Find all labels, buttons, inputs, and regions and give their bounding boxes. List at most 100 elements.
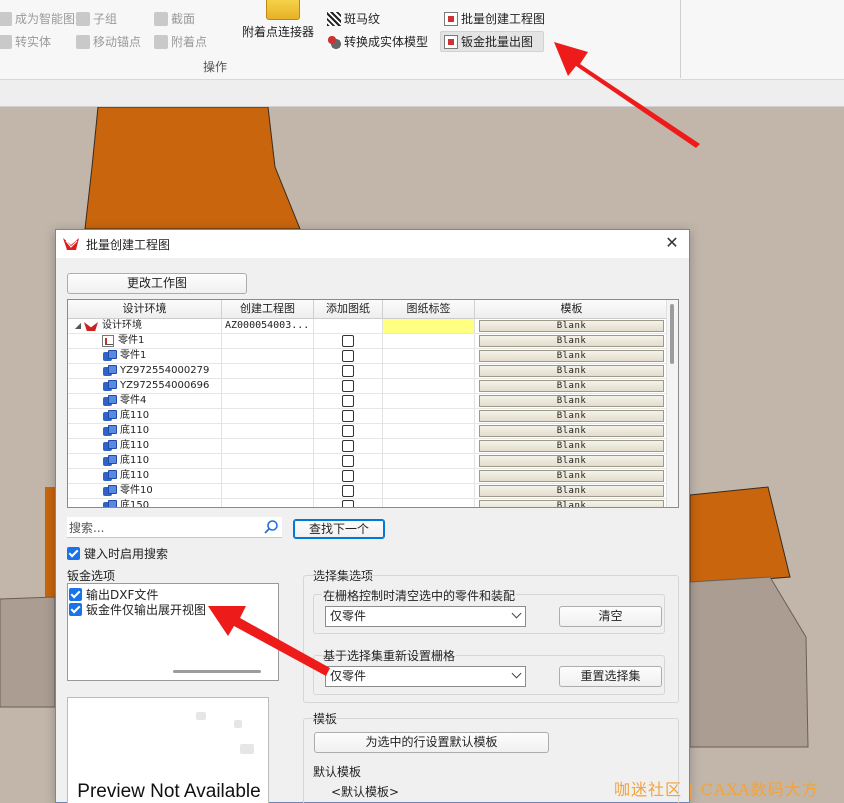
template-button[interactable]: Blank — [479, 380, 664, 392]
cell-tag[interactable] — [383, 469, 475, 483]
cell-drawing[interactable] — [222, 364, 314, 378]
cell-tag[interactable] — [383, 349, 475, 363]
find-next-button[interactable]: 查找下一个 — [293, 519, 385, 539]
template-button[interactable]: Blank — [479, 470, 664, 482]
reset-selection-button[interactable]: 重置选择集 — [559, 666, 662, 687]
cell-drawing[interactable]: AZ000054003... — [222, 319, 314, 333]
cell-tag[interactable] — [383, 454, 475, 468]
search-input[interactable] — [69, 519, 254, 536]
col-header-drawing[interactable]: 创建工程图 — [222, 300, 314, 318]
cell-tag[interactable] — [383, 379, 475, 393]
set-default-template-button[interactable]: 为选中的行设置默认模板 — [314, 732, 549, 753]
close-icon[interactable]: ✕ — [663, 234, 681, 252]
add-sheet-checkbox[interactable] — [342, 365, 354, 377]
cell-drawing[interactable] — [222, 469, 314, 483]
col-header-env[interactable]: 设计环境 — [68, 300, 222, 318]
ribbon-item-section[interactable]: 截面 — [154, 10, 195, 27]
cell-tag[interactable] — [383, 334, 475, 348]
ribbon-item-to-solid[interactable]: 转实体 — [0, 33, 51, 50]
ribbon-item-sheetmetal-batch[interactable]: 钣金批量出图 — [444, 33, 533, 50]
cell-drawing[interactable] — [222, 439, 314, 453]
ribbon-item-convert-solid[interactable]: 转换成实体模型 — [327, 33, 428, 50]
unfold-only-checkbox[interactable]: 钣金件仅输出展开视图 — [69, 601, 206, 618]
ribbon-item-batch-drawing[interactable]: 批量创建工程图 — [444, 10, 545, 27]
table-row[interactable]: YZ972554000279 Blank — [68, 364, 678, 379]
cell-drawing[interactable] — [222, 499, 314, 507]
ribbon-group-label: 操作 — [203, 60, 228, 74]
cell-drawing[interactable] — [222, 484, 314, 498]
template-button[interactable]: Blank — [479, 395, 664, 407]
cell-drawing[interactable] — [222, 454, 314, 468]
ribbon-item-attach-point[interactable]: 附着点 — [154, 33, 207, 50]
add-sheet-checkbox[interactable] — [342, 410, 354, 422]
add-sheet-checkbox[interactable] — [342, 485, 354, 497]
grid-scroll-thumb[interactable] — [670, 304, 674, 364]
cell-tag[interactable] — [383, 394, 475, 408]
options-scrollbar[interactable] — [173, 670, 261, 673]
attach-connector-icon[interactable] — [266, 0, 300, 20]
template-button[interactable]: Blank — [479, 500, 664, 507]
cell-drawing[interactable] — [222, 409, 314, 423]
template-button[interactable]: Blank — [479, 350, 664, 362]
add-sheet-checkbox[interactable] — [342, 440, 354, 452]
table-row[interactable]: 零件1 Blank — [68, 349, 678, 364]
table-row[interactable]: 底110 Blank — [68, 454, 678, 469]
col-header-add-sheet[interactable]: 添加图纸 — [314, 300, 383, 318]
cell-tag[interactable] — [383, 319, 475, 333]
cell-tag[interactable] — [383, 499, 475, 507]
cell-tag[interactable] — [383, 439, 475, 453]
row-name: 设计环境 — [102, 320, 142, 331]
template-button[interactable]: Blank — [479, 455, 664, 467]
table-row[interactable]: ◢ 设计环境 AZ000054003... Blank — [68, 319, 678, 334]
col-header-template[interactable]: 模板 — [475, 300, 669, 318]
reset-group-title: 基于选择集重新设置栅格 — [322, 647, 457, 664]
add-sheet-checkbox[interactable] — [342, 335, 354, 347]
table-row[interactable]: 零件10 Blank — [68, 484, 678, 499]
cell-tag[interactable] — [383, 424, 475, 438]
add-sheet-checkbox[interactable] — [342, 380, 354, 392]
cell-drawing[interactable] — [222, 349, 314, 363]
add-sheet-checkbox[interactable] — [342, 455, 354, 467]
reset-scope-select[interactable]: 仅零件 — [325, 666, 526, 687]
template-button[interactable]: Blank — [479, 365, 664, 377]
cell-tag[interactable] — [383, 409, 475, 423]
clear-button[interactable]: 清空 — [559, 606, 662, 627]
add-sheet-checkbox[interactable] — [342, 350, 354, 362]
clear-scope-select[interactable]: 仅零件 — [325, 606, 526, 627]
table-row[interactable]: 底110 Blank — [68, 409, 678, 424]
col-header-tag[interactable]: 图纸标签 — [383, 300, 475, 318]
cell-drawing[interactable] — [222, 394, 314, 408]
ribbon-item-attach-connector[interactable]: 附着点连接器 — [242, 23, 314, 40]
table-row[interactable]: 底150 Blank — [68, 499, 678, 507]
ribbon-item-zebra[interactable]: 斑马纹 — [327, 10, 380, 27]
grid-scrollbar[interactable] — [666, 300, 678, 507]
template-button[interactable]: Blank — [479, 410, 664, 422]
cell-tag[interactable] — [383, 364, 475, 378]
search-icon[interactable] — [263, 519, 279, 535]
ribbon-item-subgroup[interactable]: 子组 — [76, 10, 117, 27]
ribbon-item-smart-element[interactable]: 成为智能图素 — [0, 10, 87, 27]
add-sheet-checkbox[interactable] — [342, 470, 354, 482]
cell-drawing[interactable] — [222, 334, 314, 348]
template-button[interactable]: Blank — [479, 425, 664, 437]
table-row[interactable]: YZ972554000696 Blank — [68, 379, 678, 394]
table-row[interactable]: 底110 Blank — [68, 424, 678, 439]
cell-tag[interactable] — [383, 484, 475, 498]
tree-expand-icon[interactable]: ◢ — [72, 319, 84, 333]
table-row[interactable]: 底110 Blank — [68, 439, 678, 454]
template-button[interactable]: Blank — [479, 485, 664, 497]
table-row[interactable]: 底110 Blank — [68, 469, 678, 484]
template-button[interactable]: Blank — [479, 320, 664, 332]
template-button[interactable]: Blank — [479, 335, 664, 347]
change-drawing-button[interactable]: 更改工作图 — [67, 273, 247, 294]
table-row[interactable]: 零件4 Blank — [68, 394, 678, 409]
template-button[interactable]: Blank — [479, 440, 664, 452]
add-sheet-checkbox[interactable] — [342, 500, 354, 507]
ribbon-item-move-anchor[interactable]: 移动锚点 — [76, 33, 141, 50]
table-row[interactable]: 零件1 Blank — [68, 334, 678, 349]
add-sheet-checkbox[interactable] — [342, 425, 354, 437]
search-on-type-checkbox[interactable]: 键入时启用搜索 — [67, 545, 168, 562]
cell-drawing[interactable] — [222, 379, 314, 393]
add-sheet-checkbox[interactable] — [342, 395, 354, 407]
cell-drawing[interactable] — [222, 424, 314, 438]
